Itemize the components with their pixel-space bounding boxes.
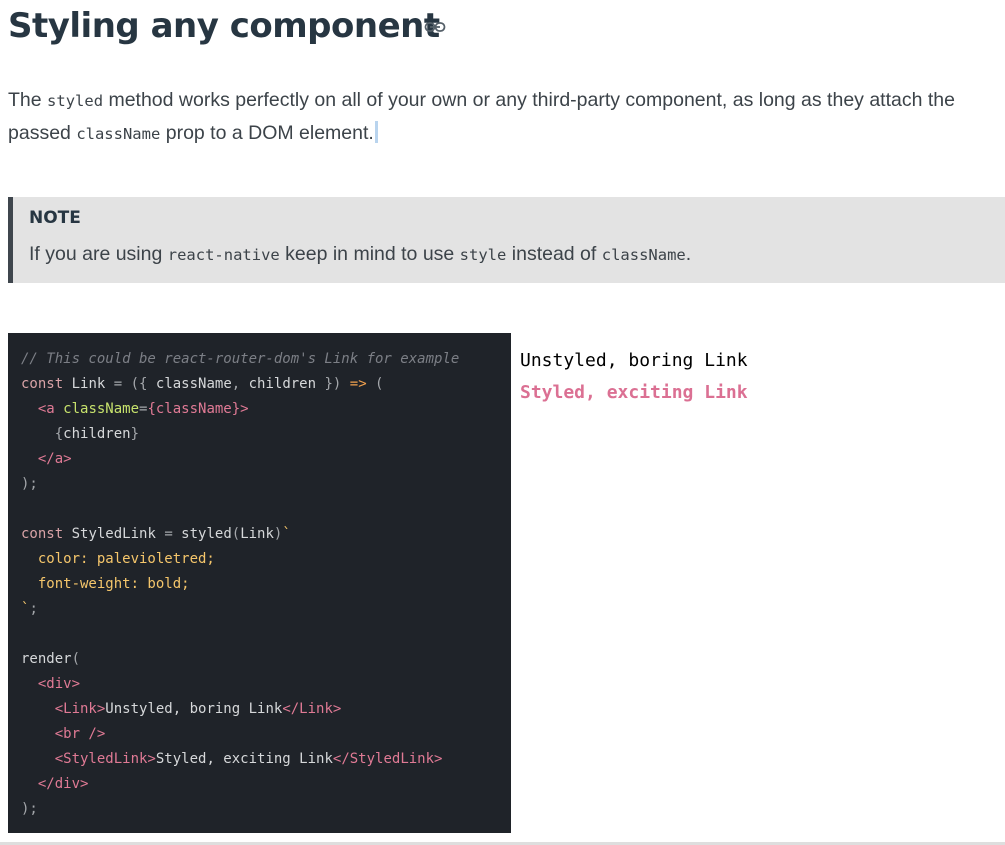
code-token: Unstyled, boring Link [105, 701, 283, 717]
code-token: ( [71, 651, 81, 667]
code-token: } [130, 426, 140, 442]
inline-code-classname: className [601, 246, 686, 264]
code-line: <StyledLink>Styled, exciting Link</Style… [21, 747, 459, 772]
note-text: If you are using react-native keep in mi… [29, 243, 692, 265]
page-title: Styling any component [8, 6, 440, 46]
inline-code-styled: styled [47, 92, 104, 110]
code-line: const Link = ({ className, children }) =… [21, 372, 459, 397]
inline-code-classname: className [76, 125, 161, 143]
code-line: font-weight: bold; [21, 572, 459, 597]
code-line: const StyledLink = styled(Link)` [21, 522, 459, 547]
code-token: Link [240, 526, 274, 542]
code-token: {className} [147, 401, 241, 417]
code-line: {children} [21, 422, 459, 447]
code-line: </a> [21, 447, 459, 472]
code-token: <div> [37, 676, 81, 692]
inline-code-style: style [459, 246, 507, 264]
code-token: { [54, 426, 64, 442]
code-token: // This could be react-router-dom's Link… [21, 351, 460, 367]
inline-code-react-native: react-native [167, 246, 280, 264]
code-token: <a [37, 401, 64, 417]
code-token: Link [63, 376, 114, 392]
code-token: }) [316, 376, 350, 392]
code-token: ( [366, 376, 384, 392]
code-token: color: palevioletred; [21, 551, 215, 567]
code-line: ); [21, 472, 459, 497]
intro-paragraph: The styled method works perfectly on all… [8, 89, 955, 144]
code-token: </a> [37, 451, 72, 467]
code-token: </StyledLink> [332, 751, 443, 767]
code-line: ); [21, 797, 459, 822]
code-token: , [231, 376, 249, 392]
code-token: ; [29, 601, 38, 617]
code-line: <br /> [21, 722, 459, 747]
code-line: render( [21, 647, 459, 672]
live-preview: Unstyled, boring Link Styled, exciting L… [520, 345, 748, 409]
code-token: ( [231, 526, 241, 542]
code-token: StyledLink [63, 526, 165, 542]
code-token: children [248, 376, 317, 392]
code-token: </div> [37, 776, 89, 792]
code-token: className [63, 401, 140, 417]
code-token: ` [282, 526, 291, 542]
code-token: const [21, 526, 64, 542]
code-token: </Link> [282, 701, 342, 717]
link-icon[interactable] [424, 20, 446, 34]
text-cursor [374, 121, 378, 143]
code-token: <Link> [54, 701, 106, 717]
code-lines[interactable]: // This could be react-router-dom's Link… [21, 347, 459, 822]
code-token: ({ [122, 376, 156, 392]
note-callout: NOTE If you are using react-native keep … [8, 197, 1005, 283]
styled-link[interactable]: Styled, exciting Link [520, 377, 748, 409]
code-token: = [164, 526, 173, 542]
code-token: render [21, 651, 72, 667]
code-token: children [63, 426, 131, 442]
code-token: <br /> [54, 726, 106, 742]
code-token: = [113, 376, 123, 392]
code-line: <a className={className}> [21, 397, 459, 422]
note-title: NOTE [29, 208, 81, 228]
code-token: ); [21, 801, 38, 817]
code-token: styled [172, 526, 232, 542]
code-token: <StyledLink> [54, 751, 156, 767]
code-token: className [155, 376, 232, 392]
code-editor[interactable]: // This could be react-router-dom's Link… [8, 333, 511, 833]
code-line: color: palevioletred; [21, 547, 459, 572]
code-line: <div> [21, 672, 459, 697]
code-line: </div> [21, 772, 459, 797]
code-token: Styled, exciting Link [155, 751, 333, 767]
code-line: `; [21, 597, 459, 622]
code-token: > [240, 401, 249, 417]
code-token: const [21, 376, 64, 392]
code-line: // This could be react-router-dom's Link… [21, 347, 459, 372]
unstyled-link[interactable]: Unstyled, boring Link [520, 345, 748, 377]
code-token: ); [21, 476, 38, 492]
code-line: <Link>Unstyled, boring Link</Link> [21, 697, 459, 722]
code-token: => [349, 376, 367, 392]
code-token: font-weight: bold; [21, 576, 190, 592]
